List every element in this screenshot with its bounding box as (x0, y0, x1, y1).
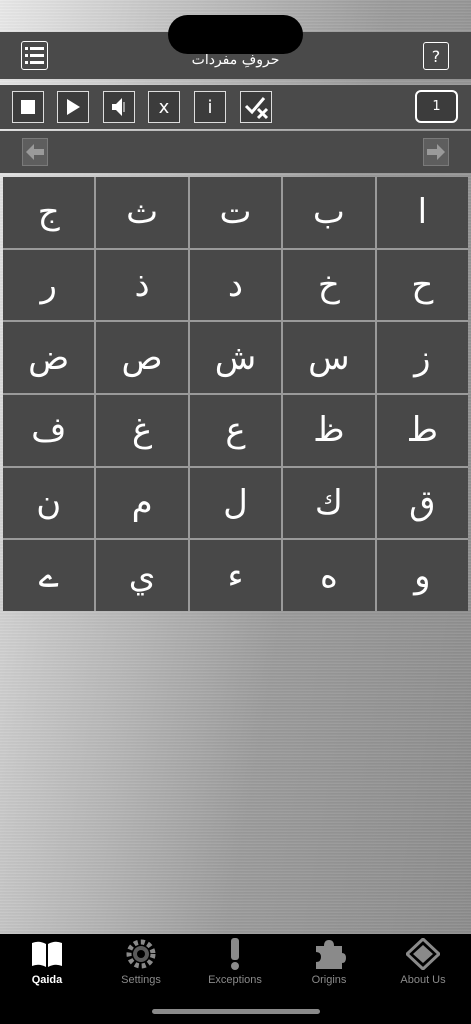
arrow-left-icon (26, 144, 44, 160)
letter-cell[interactable]: ز (376, 322, 468, 393)
page-title: حروفِ مفردات (191, 52, 280, 68)
letter-cell[interactable]: ق (376, 467, 468, 539)
letter-cell[interactable]: ا (376, 177, 468, 248)
letter-cell[interactable]: ء (189, 540, 282, 611)
tab-label: Qaida (31, 974, 63, 986)
letter-cell[interactable]: ك (283, 467, 375, 539)
menu-button[interactable] (21, 41, 48, 70)
tab-label: Settings (121, 974, 161, 986)
letter-cell[interactable]: ع (189, 394, 282, 466)
letter-cell[interactable]: س (283, 322, 375, 393)
tab-settings[interactable]: Settings (94, 938, 188, 990)
letter-cell[interactable]: ث (96, 177, 188, 248)
sound-button[interactable] (103, 91, 135, 123)
letter-cell[interactable]: ل (189, 467, 282, 539)
diamond-icon (406, 938, 440, 970)
tab-origins[interactable]: Origins (282, 938, 376, 990)
gear-icon (126, 939, 156, 969)
letter-cell[interactable]: و (376, 540, 468, 611)
play-icon (67, 99, 80, 115)
page-number-button[interactable]: 1 (415, 90, 458, 123)
tab-label: About Us (400, 974, 446, 986)
close-text-button[interactable]: x (148, 91, 180, 123)
letter-cell[interactable]: ط (376, 394, 468, 466)
play-button[interactable] (57, 91, 89, 123)
puzzle-icon (316, 940, 346, 969)
letter-cell[interactable]: م (96, 467, 188, 539)
letter-cell[interactable]: ض (3, 322, 95, 393)
arrow-right-icon (427, 144, 445, 160)
info-button[interactable]: i (194, 91, 226, 123)
help-button[interactable]: ? (423, 42, 449, 70)
letter-cell[interactable]: ر (3, 249, 95, 321)
letter-cell[interactable]: ف (3, 394, 95, 466)
letter-cell[interactable]: خ (283, 249, 375, 321)
letter-cell[interactable]: ن (3, 467, 95, 539)
exclamation-icon (231, 938, 239, 970)
letter-cell[interactable]: ص (96, 322, 188, 393)
check-x-icon (244, 97, 269, 120)
letter-cell[interactable]: ظ (283, 394, 375, 466)
tab-exceptions[interactable]: Exceptions (188, 938, 282, 990)
home-indicator[interactable] (152, 1009, 320, 1014)
letter-cell[interactable]: ح (376, 249, 468, 321)
letter-cell[interactable]: ے (3, 540, 95, 611)
book-icon (32, 941, 62, 967)
tab-label: Origins (311, 974, 347, 986)
letter-cell[interactable]: ي (96, 540, 188, 611)
nav-bar (0, 131, 471, 173)
letter-cell[interactable]: ب (283, 177, 375, 248)
tab-qaida[interactable]: Qaida (0, 938, 94, 990)
letter-cell[interactable]: ش (189, 322, 282, 393)
letter-cell[interactable]: ذ (96, 249, 188, 321)
letter-cell[interactable]: ت (189, 177, 282, 248)
check-button[interactable] (240, 91, 272, 123)
letter-cell[interactable]: غ (96, 394, 188, 466)
tab-label: Exceptions (208, 974, 262, 986)
list-icon (25, 47, 44, 64)
next-button[interactable] (423, 138, 449, 166)
letter-cell[interactable]: ج (3, 177, 95, 248)
camera-notch (168, 15, 303, 54)
tab-about-us[interactable]: About Us (376, 938, 470, 990)
prev-button[interactable] (22, 138, 48, 166)
stop-button[interactable] (12, 91, 44, 123)
speaker-icon (112, 98, 125, 116)
stop-icon (21, 100, 35, 114)
letter-grid: ا ب ت ث ج ح خ د ذ ر ز س ش ص ض ط ظ ع غ ف … (3, 177, 468, 611)
letter-cell[interactable]: د (189, 249, 282, 321)
letter-cell[interactable]: ه (283, 540, 375, 611)
